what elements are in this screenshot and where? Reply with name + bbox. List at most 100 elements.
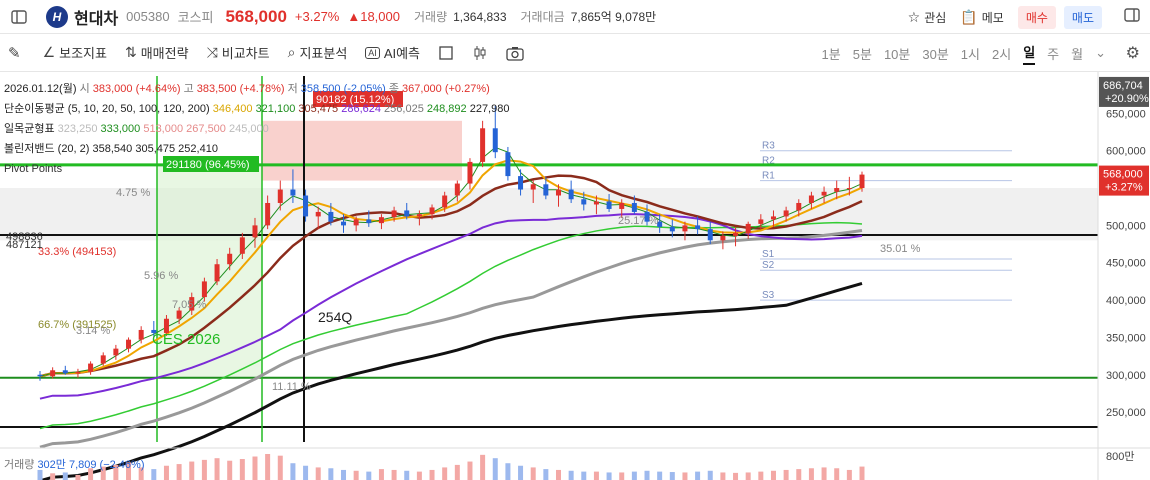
candle-body — [859, 174, 865, 189]
volume-bar — [606, 472, 612, 480]
candle-body — [290, 189, 296, 196]
candle-body — [214, 264, 220, 282]
sell-button[interactable]: 매도 — [1063, 5, 1102, 29]
bb-upper: 358,540 — [92, 143, 133, 155]
period-10min[interactable]: 10분 — [884, 44, 910, 63]
ma5-value: 346,400 — [212, 103, 253, 115]
volume-bar — [176, 464, 182, 480]
period-2hour[interactable]: 2시 — [992, 44, 1011, 63]
ai-button[interactable]: AI AI예측 — [365, 43, 420, 62]
ai-icon: AI — [365, 46, 380, 59]
buy-button[interactable]: 매수 — [1017, 5, 1056, 29]
ichimoku-v4: 267,500 — [186, 123, 226, 135]
candle-body — [303, 195, 309, 217]
fib-red-box — [262, 120, 462, 181]
ma100-value: 256,025 — [384, 103, 424, 115]
memo-label: 메모 — [981, 10, 1004, 25]
candle-type-icon[interactable] — [472, 45, 488, 61]
stock-code: 005380 — [126, 9, 170, 24]
layout-icon[interactable] — [438, 45, 454, 61]
candle-body — [378, 217, 384, 224]
stock-header: H 현대차 005380 코스피 568,000 +3.27% ▲18,000 … — [0, 0, 1150, 34]
candle-body — [138, 329, 144, 340]
candle-body — [707, 229, 713, 241]
gear-icon[interactable]: ⚙ — [1126, 43, 1140, 63]
open-value: 383,000 (+4.64%) — [92, 83, 181, 95]
candle-body — [328, 211, 334, 222]
side-panel-icon[interactable] — [1124, 7, 1140, 28]
star-icon: ☆ — [907, 8, 921, 25]
volume-bar — [265, 454, 271, 480]
volume-bar — [581, 471, 587, 480]
volume-value: 1,364,833 — [453, 9, 507, 24]
candle-body — [113, 348, 119, 356]
candle-body — [50, 370, 56, 377]
candle-body — [176, 310, 182, 319]
candle-body — [391, 210, 397, 218]
period-week[interactable]: 주 — [1047, 44, 1059, 63]
period-30min[interactable]: 30분 — [922, 44, 948, 63]
open-label: 시 — [79, 83, 90, 95]
volume-bar — [846, 469, 852, 480]
volume-bar — [707, 470, 713, 480]
volume-bar — [442, 467, 448, 480]
candle-body — [555, 189, 561, 196]
candle-body — [429, 207, 435, 215]
chart-annotation: 4.75 % — [116, 187, 150, 199]
ma50-value: 286,624 — [341, 103, 381, 115]
candle-body — [568, 189, 574, 200]
camera-icon[interactable] — [506, 45, 524, 61]
memo-button[interactable]: 📋 메모 — [960, 9, 1004, 26]
candle-body — [593, 201, 599, 205]
y-axis-label: 800만 — [1106, 450, 1134, 463]
candle-body — [442, 195, 448, 208]
chart-annotation: 3.14 % — [76, 325, 110, 337]
period-day[interactable]: 일 — [1023, 42, 1036, 65]
period-1hour[interactable]: 1시 — [961, 44, 980, 63]
stock-name: 현대차 — [74, 10, 119, 28]
volume-bar — [50, 473, 56, 480]
volume-bar — [277, 455, 283, 480]
period-1min[interactable]: 1분 — [822, 44, 841, 63]
candle-body — [252, 225, 258, 238]
market-label: 코스피 — [177, 10, 214, 25]
volume-bar — [644, 470, 650, 480]
volume-bar — [189, 461, 195, 480]
ichimoku-v3: 513,000 — [143, 123, 184, 135]
candle-body — [821, 191, 827, 196]
compare-button[interactable]: ⤨ 비교차트 — [207, 43, 270, 62]
volume-bar — [328, 468, 334, 480]
candle-body — [341, 221, 347, 226]
candle-body — [543, 184, 549, 196]
shuffle-icon: ⤨ — [206, 44, 218, 60]
volume-bar — [454, 464, 460, 480]
candle-body — [416, 214, 422, 217]
volume-bar — [518, 465, 524, 480]
strategy-button[interactable]: ⇅ 매매전략 — [125, 43, 189, 62]
period-5min[interactable]: 5분 — [853, 44, 872, 63]
pivot-label: S1 — [762, 249, 775, 260]
bb-mid: 305,475 — [135, 143, 176, 155]
amount-label: 거래대금 — [520, 10, 565, 24]
candle-body — [808, 195, 814, 203]
indicators-button[interactable]: ∠ 보조지표 — [43, 43, 107, 62]
sidebar-toggle-icon[interactable] — [4, 2, 34, 32]
close-label: 종 — [388, 83, 399, 95]
volume-bar — [303, 465, 309, 480]
y-axis-label: 500,000 — [1106, 220, 1146, 232]
volume-bar — [378, 469, 384, 480]
ohlc-legend: 2026.01.12(월) 시 383,000 (+4.64%) 고 383,5… — [4, 82, 490, 96]
watch-button[interactable]: ☆ 관심 — [908, 9, 947, 26]
candle-body — [745, 223, 751, 233]
volume-bar — [758, 471, 764, 480]
pen-icon[interactable]: ✎ — [8, 44, 21, 62]
candle-body — [37, 374, 43, 377]
ma20-value: 305,475 — [298, 103, 339, 115]
volume-bar — [593, 471, 599, 480]
strategy-icon: ⇅ — [124, 44, 137, 60]
chevron-down-icon[interactable]: ⌄ — [1095, 45, 1106, 61]
period-month[interactable]: 월 — [1071, 44, 1083, 63]
volume-bar — [733, 472, 739, 480]
current-price: 568,000 — [225, 6, 287, 26]
analysis-button[interactable]: ⌕ 지표분석 — [288, 43, 348, 62]
